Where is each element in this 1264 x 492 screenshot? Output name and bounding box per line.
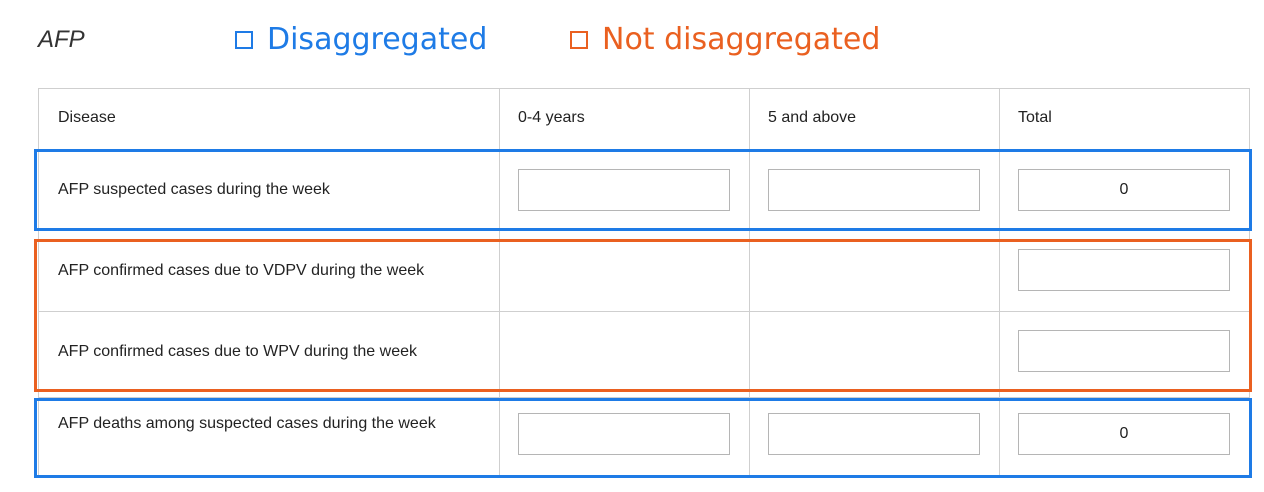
section-title: AFP: [38, 26, 85, 53]
column-header-0-4-years: 0-4 years: [518, 109, 585, 126]
square-icon: [235, 30, 253, 49]
table-col-divider: [749, 88, 750, 476]
deaths-total-input[interactable]: [1018, 413, 1230, 455]
column-header-total: Total: [1018, 109, 1052, 126]
suspected-5-above-input[interactable]: [768, 169, 980, 211]
table-border-bottom: [38, 475, 1250, 476]
row-label-wpv-cases: AFP confirmed cases due to WPV during th…: [58, 343, 417, 360]
legend-disaggregated: Disaggregated: [235, 22, 487, 57]
wpv-total-input[interactable]: [1018, 330, 1230, 372]
column-header-5-and-above: 5 and above: [768, 109, 857, 126]
deaths-0-4-input[interactable]: [518, 413, 730, 455]
table-border-top: [38, 88, 1250, 89]
table-row-divider: [38, 149, 1250, 150]
vdpv-total-input[interactable]: [1018, 249, 1230, 291]
table-col-divider: [999, 88, 1000, 476]
table-row-divider: [38, 229, 1250, 230]
legend-not-disaggregated-label: Not disaggregated: [602, 22, 881, 57]
deaths-5-above-input[interactable]: [768, 413, 980, 455]
table-col-divider: [499, 88, 500, 476]
table-row-divider: [38, 397, 1250, 398]
legend-disaggregated-label: Disaggregated: [267, 22, 488, 57]
square-icon: [570, 30, 588, 49]
row-label-deaths: AFP deaths among suspected cases during …: [58, 415, 436, 432]
column-header-disease: Disease: [58, 109, 116, 126]
table-row-divider: [38, 311, 1250, 312]
row-label-suspected-cases: AFP suspected cases during the week: [58, 181, 330, 198]
table-border-left: [38, 88, 39, 476]
row-label-vdpv-cases: AFP confirmed cases due to VDPV during t…: [58, 262, 425, 279]
suspected-0-4-input[interactable]: [518, 169, 730, 211]
table-border-right: [1249, 88, 1250, 476]
legend-not-disaggregated: Not disaggregated: [570, 22, 880, 57]
suspected-total-input[interactable]: [1018, 169, 1230, 211]
